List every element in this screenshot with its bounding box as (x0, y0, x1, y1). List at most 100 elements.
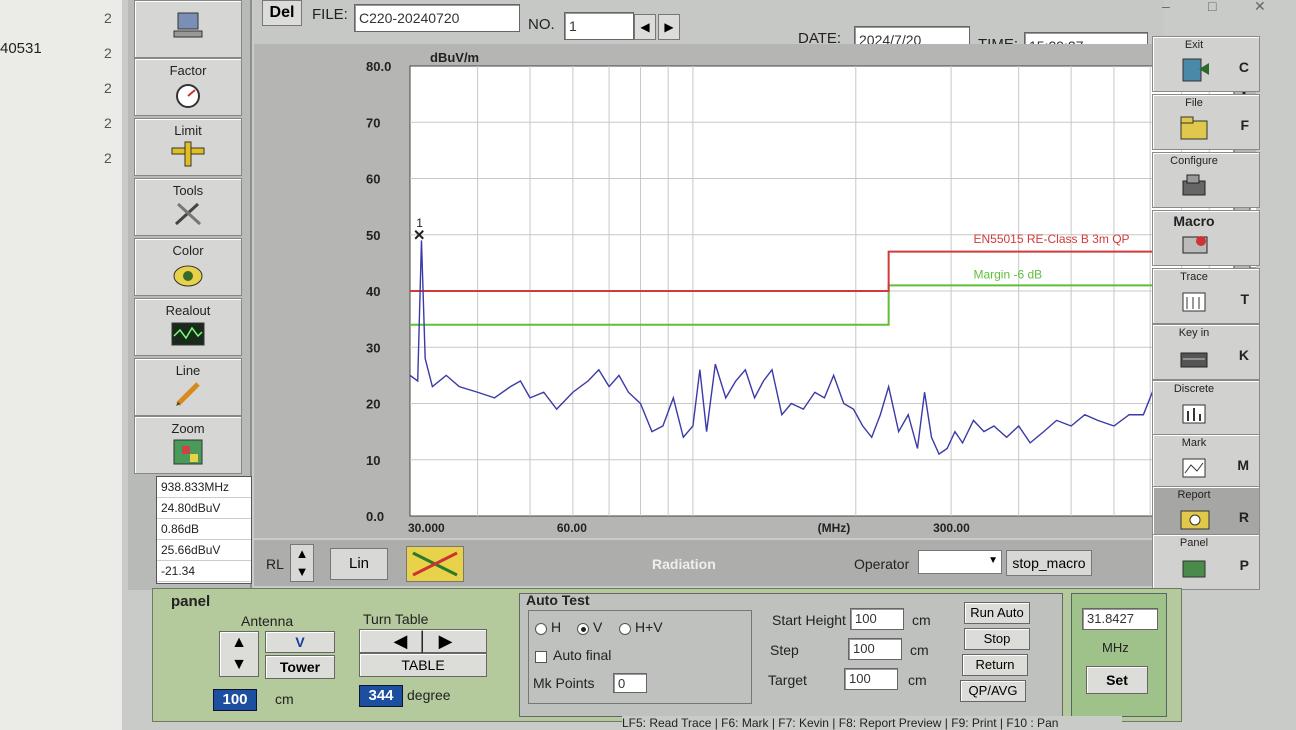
lin-scale-button[interactable]: Lin (330, 548, 388, 580)
close-button[interactable]: ✕ (1254, 0, 1266, 15)
next-number-button[interactable]: ▶ (658, 14, 680, 40)
rotate-left-icon: ◀ (393, 631, 408, 651)
target-label: Target (768, 672, 807, 688)
table-button[interactable]: TABLE (359, 653, 487, 677)
polarization-button[interactable]: V (265, 631, 335, 653)
previous-number-button[interactable]: ◀ (634, 14, 656, 40)
readout-factor: 0.86dB (157, 519, 251, 540)
macro-icon (1182, 236, 1208, 254)
file-input[interactable]: C220-20240720 (354, 4, 520, 32)
panel-icon (1182, 560, 1206, 578)
zoom-grid-icon (173, 439, 203, 465)
mark-label: Mark (1181, 437, 1207, 449)
report-hotkey: R (1238, 509, 1249, 525)
height-unit: cm (275, 691, 294, 707)
limit-tool-button[interactable]: Limit (134, 118, 242, 176)
qp-avg-button[interactable]: QP/AVG (960, 680, 1026, 702)
chevron-down-icon: ▼ (295, 564, 309, 579)
tools-tool-button[interactable]: Tools (134, 178, 242, 236)
line-tool-button[interactable]: Line (134, 358, 242, 416)
auto-final-checkbox[interactable] (535, 651, 547, 663)
palette-icon (173, 265, 203, 287)
ruler-icon (171, 141, 205, 167)
readout-frequency: 938.833MHz (157, 477, 251, 498)
exit-icon (1182, 58, 1209, 82)
minimize-button[interactable]: – (1162, 0, 1170, 14)
step-input[interactable]: 100 (848, 638, 902, 660)
macro-label: Macro (1173, 213, 1215, 229)
arrow-left-icon: ◀ (640, 20, 650, 34)
tower-button[interactable]: Tower (265, 655, 335, 679)
stop-button[interactable]: Stop (964, 628, 1030, 650)
realout-tool-button[interactable]: Realout (134, 298, 242, 356)
x-axis-unit-label: (MHz) (818, 521, 851, 535)
frequency-input[interactable]: 31.8427 (1082, 608, 1158, 630)
radio-v[interactable] (577, 623, 589, 635)
return-button[interactable]: Return (962, 654, 1028, 676)
panel-title: panel (171, 593, 211, 610)
mark-hotkey: M (1237, 457, 1249, 473)
antenna-height-value: 100 (213, 689, 257, 711)
panel-hotkey: P (1239, 557, 1249, 573)
rl-stepper[interactable]: ▲ ▼ (290, 544, 314, 582)
rotate-right-icon: ▶ (438, 631, 453, 651)
delete-button[interactable]: Del (262, 0, 302, 26)
factor-tool-button[interactable]: Factor (134, 58, 242, 116)
start-height-input[interactable]: 100 (850, 608, 904, 630)
x-tick-label: 300.00 (933, 521, 970, 535)
auto-test-group: Auto Test H V H+V Auto final Mk Points 0… (519, 592, 1063, 717)
number-input[interactable]: 1 (564, 12, 634, 40)
radio-hv-label: H+V (635, 619, 663, 635)
frequency-unit: MHz (1102, 640, 1129, 655)
readout-margin: -21.34 (157, 561, 251, 582)
mark-button[interactable]: Mark M (1152, 434, 1260, 490)
trace-button[interactable]: Trace T (1152, 268, 1260, 324)
emc-test-app: Factor Limit Tools Color Realout Line Zo… (122, 0, 1296, 730)
radio-h[interactable] (535, 623, 547, 635)
y-axis-label: dBuV/m (430, 50, 479, 65)
panel-button[interactable]: Panel P (1152, 534, 1260, 590)
arrow-up-icon: ▲ (231, 634, 247, 651)
file-button[interactable]: File F (1152, 94, 1260, 150)
chevron-up-icon: ▲ (295, 546, 309, 561)
turntable-rotate-control[interactable]: ◀ │ ▶ (359, 629, 487, 653)
number-label: NO. (528, 16, 555, 33)
factor-label: Factor (169, 63, 207, 78)
y-tick-label: 40 (366, 284, 380, 299)
radio-v-label: V (593, 619, 603, 635)
limit-line-label: EN55015 RE-Class B 3m QP (973, 232, 1129, 246)
mark-icon (1182, 458, 1206, 478)
file-label: FILE: (312, 6, 348, 23)
gauge-icon (176, 84, 200, 108)
disable-autoscan-button[interactable] (406, 546, 464, 582)
key-in-hotkey: K (1238, 347, 1249, 363)
maximize-button[interactable]: □ (1208, 0, 1216, 14)
configure-button[interactable]: Configure (1152, 152, 1260, 208)
angle-unit: degree (407, 687, 451, 703)
target-input[interactable]: 100 (844, 668, 898, 690)
exit-label: Exit (1184, 39, 1204, 51)
macro-button[interactable]: Macro (1152, 210, 1260, 266)
configure-icon (1182, 174, 1206, 196)
radio-hv[interactable] (619, 623, 631, 635)
computer-tool-button[interactable] (134, 0, 242, 58)
operator-select[interactable]: ▼ (918, 550, 1002, 574)
zoom-tool-button[interactable]: Zoom (134, 416, 242, 474)
background-cell: 2 (104, 45, 112, 61)
key-in-button[interactable]: Key in K (1152, 324, 1260, 380)
stop-macro-button[interactable]: stop_macro (1006, 550, 1092, 576)
color-tool-button[interactable]: Color (134, 238, 242, 296)
folder-icon (1180, 116, 1208, 140)
limit-label: Limit (174, 123, 202, 138)
exit-button[interactable]: Exit C (1152, 36, 1260, 92)
readout-result: 25.66dBuV (157, 540, 251, 561)
start-height-unit: cm (912, 612, 931, 628)
run-auto-button[interactable]: Run Auto (964, 602, 1030, 624)
mk-points-input[interactable]: 0 (613, 673, 647, 693)
control-panel: panel Antenna ▲ ▼ V Tower 100 cm Turn Ta… (152, 588, 1182, 722)
report-icon (1180, 510, 1210, 530)
set-frequency-button[interactable]: Set (1086, 666, 1148, 694)
antenna-height-stepper[interactable]: ▲ ▼ (219, 631, 259, 677)
zoom-label: Zoom (171, 421, 205, 436)
discrete-button[interactable]: Discrete (1152, 380, 1260, 436)
